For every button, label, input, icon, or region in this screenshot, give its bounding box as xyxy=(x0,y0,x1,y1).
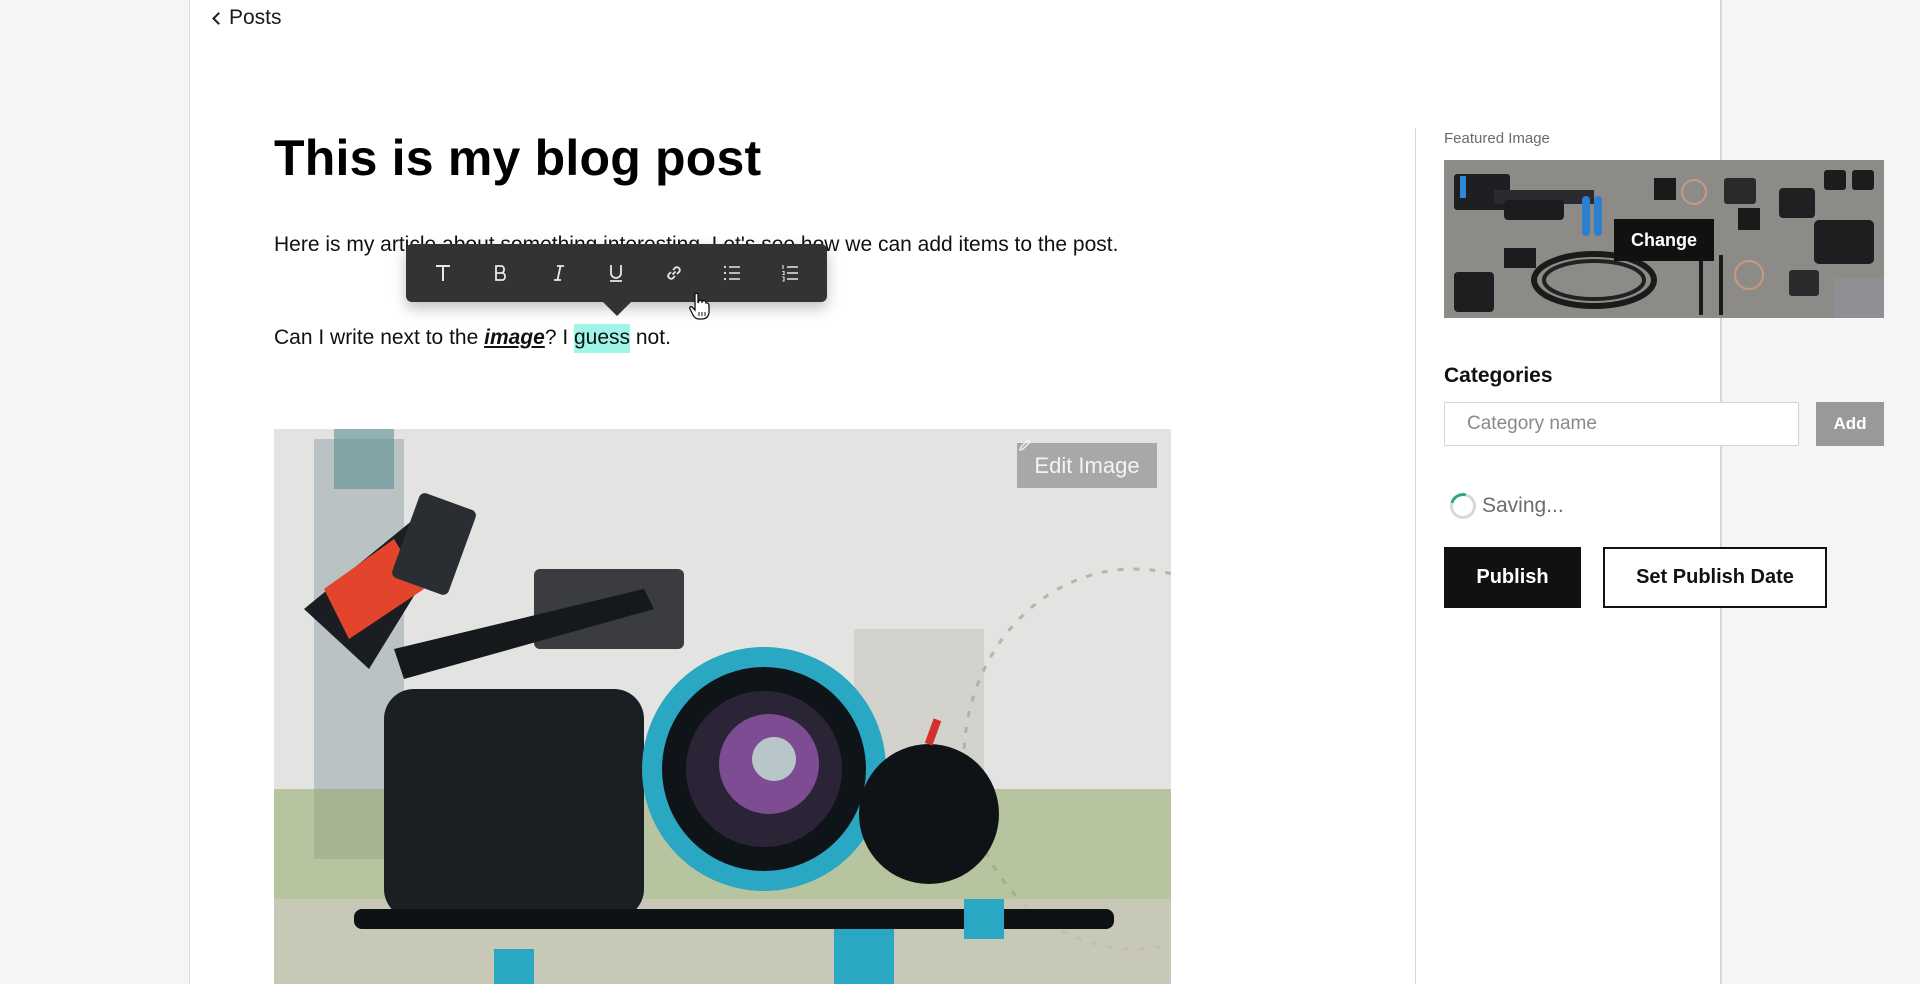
paragraph-2-text-end: not. xyxy=(630,326,671,349)
category-input-row: Add xyxy=(1444,402,1884,446)
back-to-posts-link[interactable]: Posts xyxy=(210,6,282,30)
edit-image-label: Edit Image xyxy=(1034,452,1140,478)
paragraph-2-text-middle: ? I xyxy=(544,326,574,349)
edit-image-button[interactable]: Edit Image xyxy=(1017,439,1157,488)
publish-actions: Publish Set Publish Date xyxy=(1444,547,1884,608)
chevron-left-icon xyxy=(212,11,225,25)
featured-image[interactable]: Change xyxy=(1444,160,1884,318)
underline-icon xyxy=(610,265,623,282)
numbered-list-button[interactable] xyxy=(768,251,812,295)
italic-button[interactable] xyxy=(537,251,581,295)
link-button[interactable] xyxy=(652,251,696,295)
hand-pointer-cursor-icon xyxy=(689,292,710,320)
paragraph-2-text-start: Can I write next to the xyxy=(274,326,485,349)
post-settings-sidebar: Featured Image Change Categories Categor… xyxy=(1444,130,1884,608)
bulleted-list-icon xyxy=(724,265,741,281)
bold-icon xyxy=(494,265,506,281)
emphasized-word: image xyxy=(484,326,545,349)
text-format-toolbar xyxy=(406,244,827,316)
categories-label: Categories xyxy=(1444,364,1553,387)
back-link-label: Posts xyxy=(229,6,282,29)
bulleted-list-button[interactable] xyxy=(710,251,754,295)
category-name-input[interactable] xyxy=(1444,402,1799,446)
post-editor[interactable]: This is my blog post Here is my article … xyxy=(274,120,1174,353)
underline-button[interactable] xyxy=(594,251,638,295)
save-status-text: Saving... xyxy=(1482,494,1564,517)
post-title[interactable]: This is my blog post xyxy=(274,120,1174,196)
add-category-button[interactable]: Add xyxy=(1816,402,1884,446)
bold-button[interactable] xyxy=(479,251,523,295)
paragraph-2[interactable]: Can I write next to the image? I guess n… xyxy=(274,323,671,353)
link-icon xyxy=(667,266,681,280)
loading-spinner-icon xyxy=(1445,488,1481,524)
set-publish-date-button[interactable]: Set Publish Date xyxy=(1603,547,1827,608)
pencil-icon xyxy=(1018,439,1031,452)
numbered-list-icon xyxy=(782,265,798,282)
column-divider xyxy=(1415,128,1416,984)
italic-icon xyxy=(553,265,564,281)
content-image[interactable]: Edit Image xyxy=(274,429,1171,984)
selected-text-highlight[interactable]: guess xyxy=(574,324,631,353)
featured-image-label: Featured Image xyxy=(1444,130,1550,147)
change-featured-image-button[interactable]: Change xyxy=(1614,219,1714,261)
text-style-button[interactable] xyxy=(421,251,465,295)
publish-button[interactable]: Publish xyxy=(1444,547,1581,608)
content-image-graphic xyxy=(274,429,1171,984)
save-status: Saving... xyxy=(1444,488,1884,524)
text-icon xyxy=(435,265,450,281)
